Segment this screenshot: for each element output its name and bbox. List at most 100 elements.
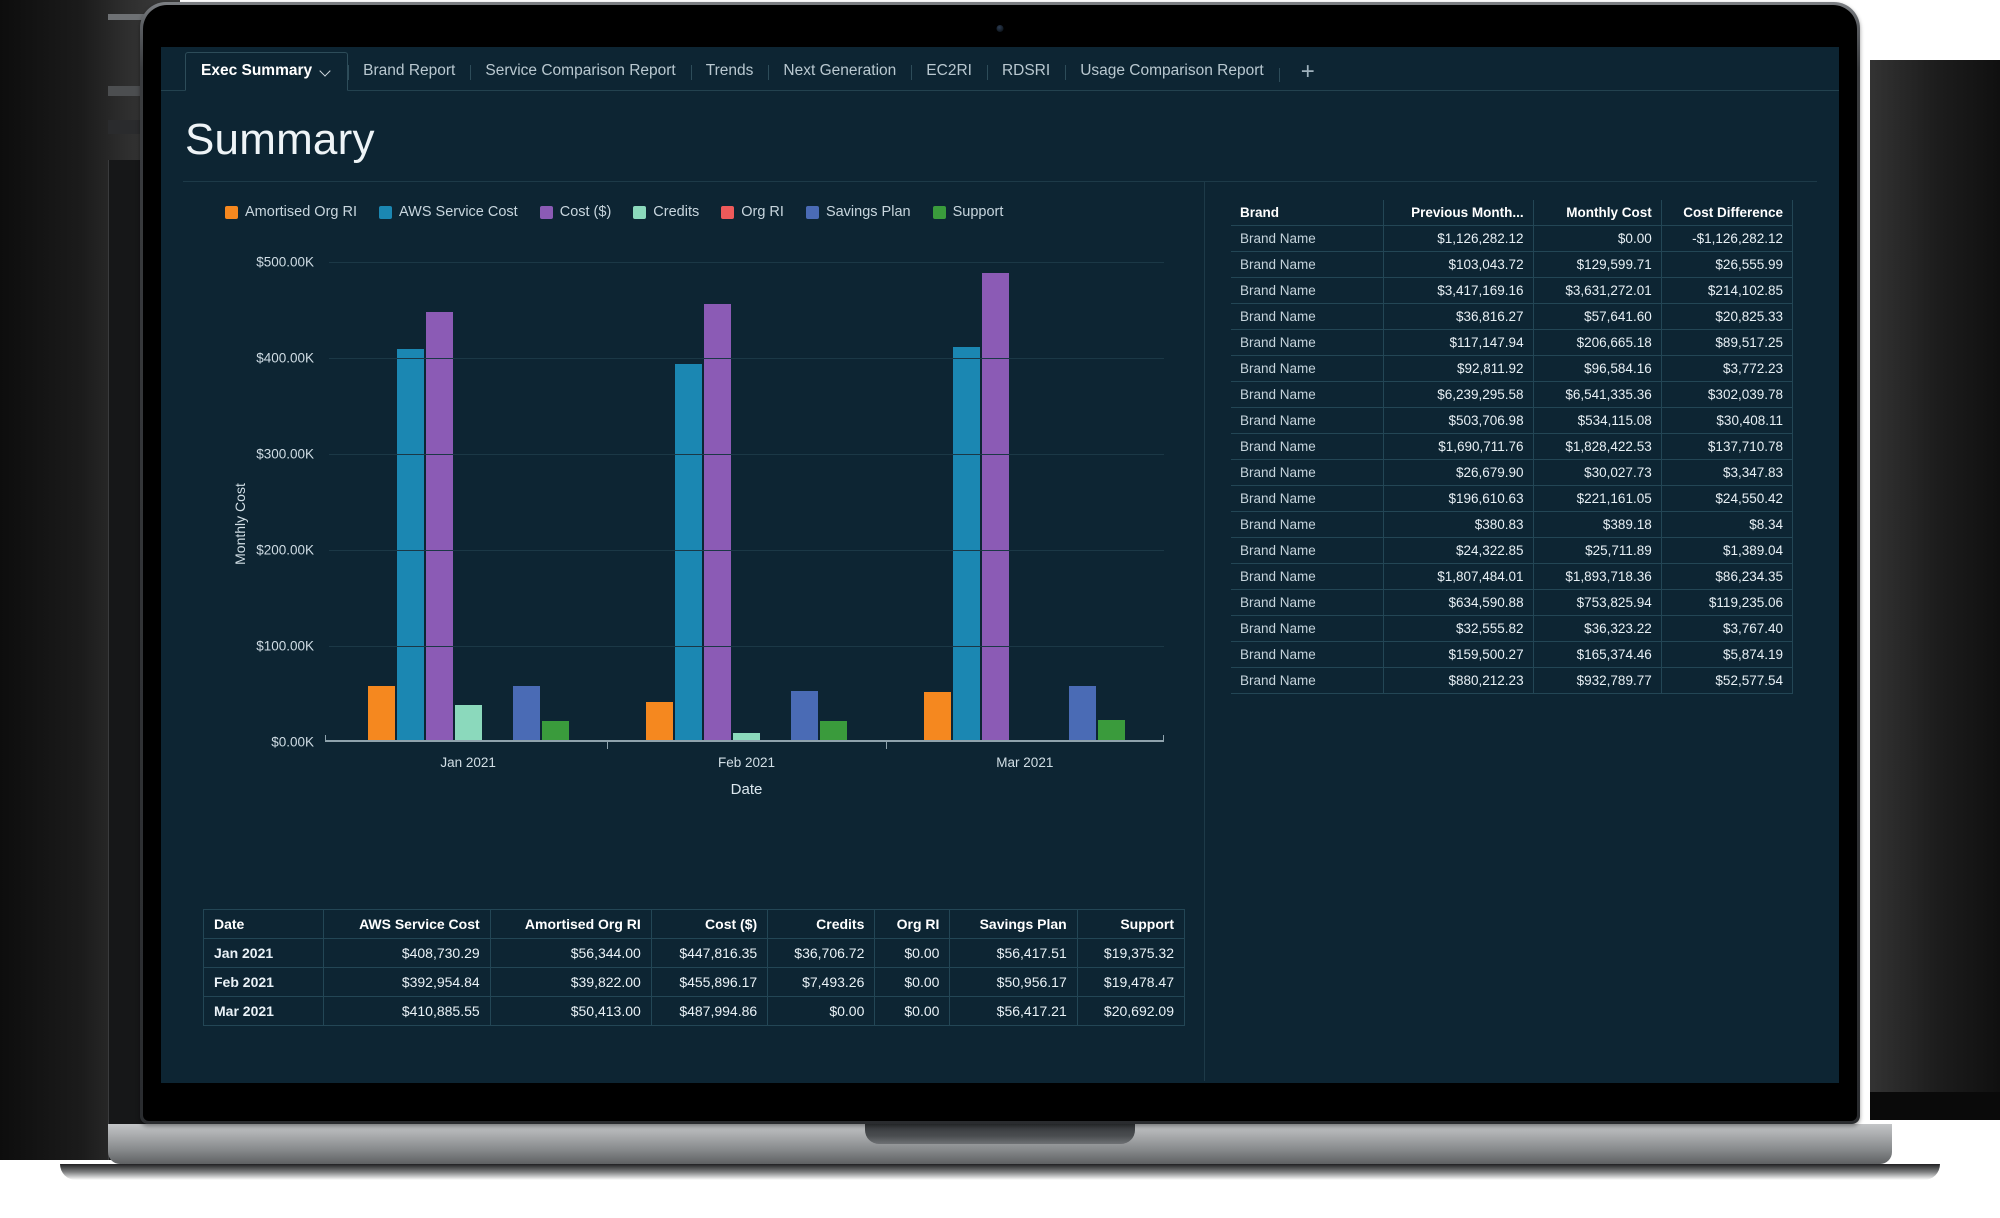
table-row[interactable]: Brand Name $503,706.98 $534,115.08 $30,408.… [1231,407,1794,434]
tab-ec2ri[interactable]: EC2RI [911,53,987,90]
x-axis-divider [885,741,887,749]
bar-credits[interactable] [454,704,482,740]
y-axis-tick-label: $0.00K [271,734,314,750]
cost-difference-cell: $24,550.42 [1660,485,1794,512]
table-row[interactable]: Brand Name $196,610.63 $221,161.05 $24,550.… [1231,485,1794,512]
date-cell: Mar 2021 [203,996,324,1026]
chart-bars: Jan 2021 Feb 2021 Mar 2021 [329,262,1164,770]
table-row[interactable]: Brand Name $380.83 $389.18 $8.34 [1231,511,1794,538]
bar-amortised-org-ri[interactable] [645,701,673,740]
table-row[interactable]: Brand Name $103,043.72 $129,599.71 $26,555.… [1231,251,1794,278]
bar-amortised-org-ri[interactable] [367,686,395,740]
tab-service-comparison-report[interactable]: Service Comparison Report [470,53,690,90]
tab-usage-comparison-report[interactable]: Usage Comparison Report [1065,53,1279,90]
col-cost-difference[interactable]: Cost Difference [1660,200,1794,226]
add-tab-button[interactable]: + [1278,58,1333,90]
x-axis-tick-label: Jan 2021 [440,755,496,770]
table-row[interactable]: Brand Name $1,126,282.12 $0.00 -$1,126,282.… [1231,225,1794,252]
table-row[interactable]: Brand Name $1,807,484.01 $1,893,718.36 $86,… [1231,563,1794,590]
bar-savings-plan[interactable] [1069,686,1097,740]
support-cell: $19,375.32 [1076,938,1186,968]
bar-aws-service-cost[interactable] [674,364,702,740]
trackpad-notch [865,1124,1135,1144]
table-header-row: Brand Previous Month... Monthly Cost Cos… [1231,200,1794,226]
table-row[interactable]: Jan 2021 $408,730.29 $56,344.00 $447,816.35… [203,938,1186,968]
bar-savings-plan[interactable] [512,686,540,740]
tab-brand-report[interactable]: Brand Report [348,53,470,90]
bar-cost[interactable] [425,311,453,740]
legend-item-cost[interactable]: Cost ($) [539,204,611,220]
y-axis-tick-label: $100.00K [256,638,314,654]
legend-item-credits[interactable]: Credits [633,204,699,220]
gridline [329,358,1164,359]
legend-label: Amortised Org RI [245,204,357,220]
col-credits[interactable]: Credits [767,909,876,939]
col-aws-service-cost[interactable]: AWS Service Cost [323,909,491,939]
monthly-cost-cell: $165,374.46 [1532,641,1662,668]
bar-cost[interactable] [982,273,1010,740]
tab-trends[interactable]: Trends [690,53,769,90]
tab-exec-summary[interactable]: Exec Summary [185,52,349,91]
table-row[interactable]: Brand Name $6,239,295.58 $6,541,335.36 $302… [1231,381,1794,408]
bar-amortised-org-ri[interactable] [924,691,952,740]
savings-plan-cell: $56,417.21 [949,996,1078,1026]
bar-cost[interactable] [703,304,731,740]
x-axis-tick-label: Mar 2021 [996,755,1054,770]
col-monthly-cost[interactable]: Monthly Cost [1532,200,1662,226]
summary-table: Date AWS Service Cost Amortised Org RI C… [203,909,1186,1026]
col-cost[interactable]: Cost ($) [650,909,769,939]
bar-aws-service-cost[interactable] [953,347,981,740]
col-brand[interactable]: Brand [1231,200,1384,226]
laptop-bezel: Exec Summary Brand Report Service Compar… [143,5,1857,1121]
table-row[interactable]: Brand Name $26,679.90 $30,027.73 $3,347.83 [1231,459,1794,486]
page-title: Summary [185,115,375,164]
bar-support[interactable] [541,721,569,740]
bar-support[interactable] [1098,720,1126,740]
brand-cell: Brand Name [1231,563,1385,590]
chevron-down-icon[interactable] [321,66,332,77]
monitor-foot [1870,1092,2000,1120]
monthly-cost-cell: $1,828,422.53 [1532,433,1662,460]
table-row[interactable]: Brand Name $880,212.23 $932,789.77 $52,577.… [1231,667,1794,694]
monthly-cost-cell: $932,789.77 [1532,667,1662,694]
table-row[interactable]: Brand Name $24,322.85 $25,711.89 $1,389.04 [1231,537,1794,564]
table-row[interactable]: Mar 2021 $410,885.55 $50,413.00 $487,994.86… [203,996,1186,1026]
col-amortised-org-ri[interactable]: Amortised Org RI [489,909,652,939]
monthly-cost-cell: $206,665.18 [1532,329,1662,356]
table-row[interactable]: Brand Name $32,555.82 $36,323.22 $3,767.40 [1231,615,1794,642]
cost-difference-cell: $26,555.99 [1660,251,1794,278]
legend-item-aws-service-cost[interactable]: AWS Service Cost [379,204,518,220]
tab-rdsri[interactable]: RDSRI [986,53,1065,90]
bar-aws-service-cost[interactable] [396,349,424,740]
support-cell: $20,692.09 [1076,996,1186,1026]
legend-item-support[interactable]: Support [932,204,1003,220]
table-row[interactable]: Brand Name $36,816.27 $57,641.60 $20,825.33 [1231,303,1794,330]
previous-month-cell: $3,417,169.16 [1383,277,1534,304]
legend-item-org-ri[interactable]: Org RI [721,204,784,220]
col-previous-month[interactable]: Previous Month... [1383,200,1534,226]
legend-swatch-icon [539,205,553,219]
bar-savings-plan[interactable] [790,691,818,740]
col-support[interactable]: Support [1076,909,1186,939]
cost-cell: $447,816.35 [650,938,769,968]
col-savings-plan[interactable]: Savings Plan [949,909,1078,939]
legend-item-amortised-org-ri[interactable]: Amortised Org RI [225,204,357,220]
col-date[interactable]: Date [203,909,324,939]
credits-cell: $0.00 [767,996,876,1026]
legend-item-savings-plan[interactable]: Savings Plan [805,204,911,220]
table-row[interactable]: Brand Name $634,590.88 $753,825.94 $119,235… [1231,589,1794,616]
bar-support[interactable] [819,721,847,740]
legend-label: Credits [653,204,700,220]
table-row[interactable]: Brand Name $117,147.94 $206,665.18 $89,517.… [1231,329,1794,356]
bar-credits[interactable] [732,732,760,740]
tab-next-generation[interactable]: Next Generation [768,53,911,90]
table-row[interactable]: Brand Name $92,811.92 $96,584.16 $3,772.23 [1231,355,1794,382]
monthly-cost-cell: $57,641.60 [1532,303,1662,330]
cost-cell: $487,994.86 [650,996,769,1026]
table-row[interactable]: Brand Name $159,500.27 $165,374.46 $5,874.1… [1231,641,1794,668]
cost-cell: $455,896.17 [650,967,769,997]
table-row[interactable]: Brand Name $1,690,711.76 $1,828,422.53 $137… [1231,433,1794,460]
col-org-ri[interactable]: Org RI [874,909,951,939]
table-row[interactable]: Feb 2021 $392,954.84 $39,822.00 $455,896.17… [203,967,1186,997]
table-row[interactable]: Brand Name $3,417,169.16 $3,631,272.01 $214… [1231,277,1794,304]
